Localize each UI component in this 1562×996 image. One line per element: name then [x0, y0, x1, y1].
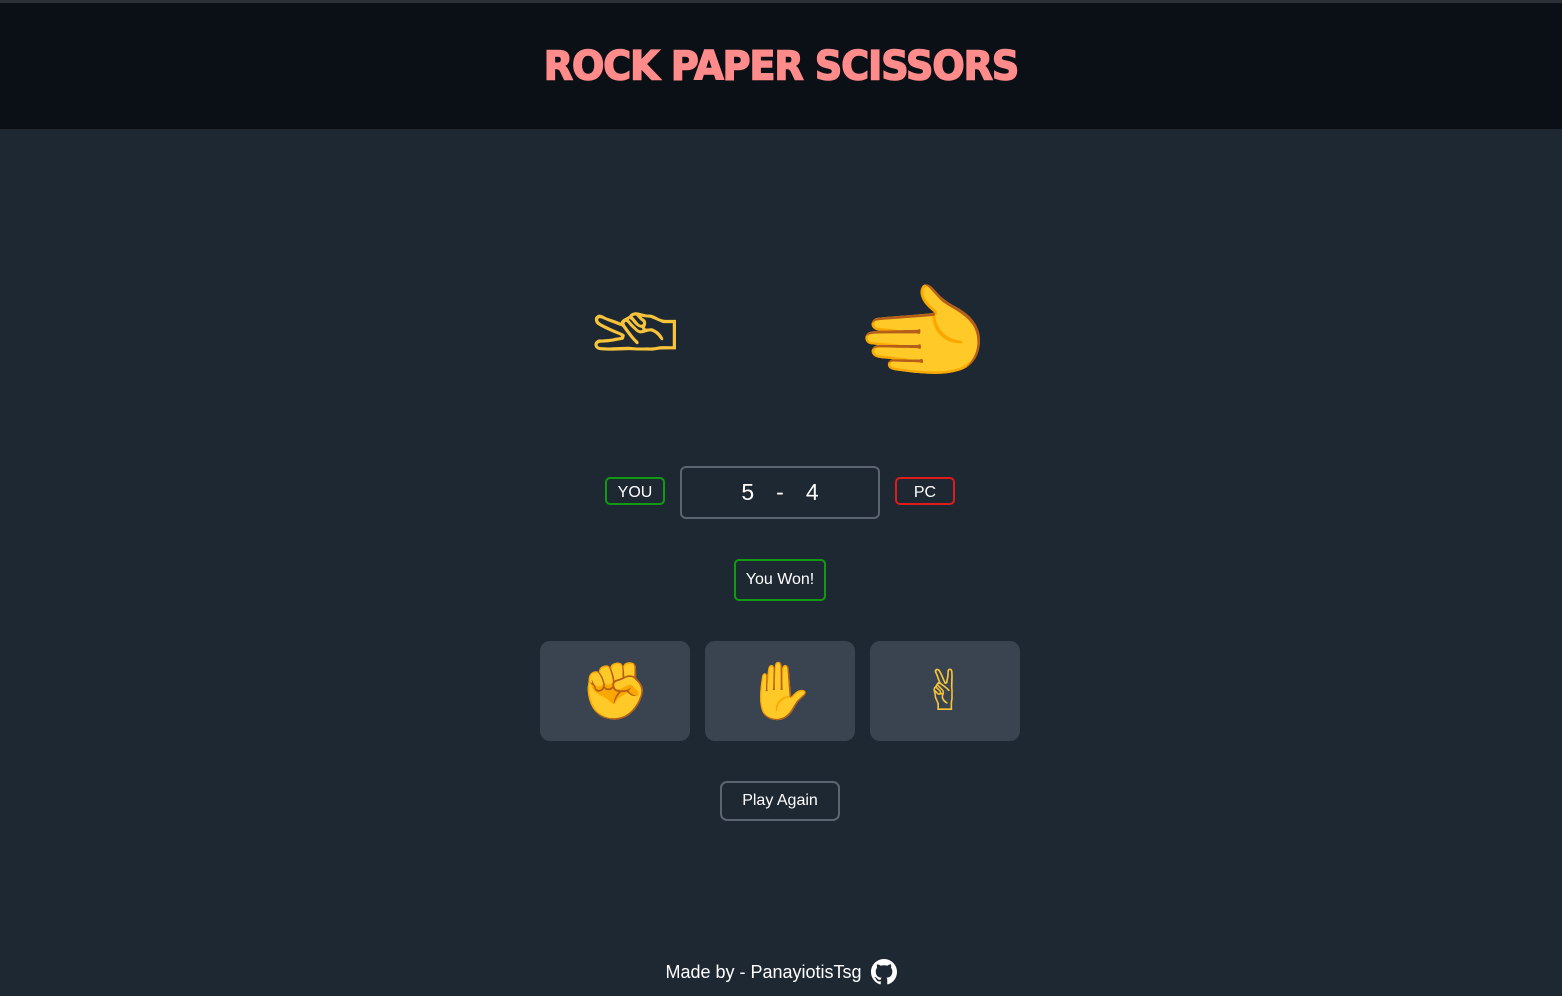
paper-button[interactable]: ✋ — [705, 641, 855, 741]
pc-hand-icon: ✋ — [858, 266, 986, 404]
rock-button[interactable]: ✊ — [540, 641, 690, 741]
score-display: 5 - 4 — [680, 466, 880, 519]
choice-buttons: ✊ ✋ ✌ — [540, 641, 1020, 741]
player-score: 5 — [741, 479, 755, 505]
footer: Made by - PanayiotisTsg — [0, 956, 1562, 988]
victory-hand-icon: ✌ — [921, 658, 969, 724]
footer-credit: Made by - PanayiotisTsg — [665, 961, 862, 982]
result-message: You Won! — [734, 559, 826, 601]
score-separator: - — [776, 479, 784, 505]
scissors-button[interactable]: ✌ — [870, 641, 1020, 741]
app-header: ROCK PAPER SCISSORS — [0, 3, 1562, 129]
play-again-button[interactable]: Play Again — [720, 781, 840, 821]
hands-display: ✌ ✋ — [0, 267, 1562, 404]
pc-label: PC — [895, 477, 955, 505]
pc-score: 4 — [805, 479, 819, 505]
raised-hand-icon: ✋ — [745, 659, 815, 724]
player-label: YOU — [605, 477, 665, 505]
raised-fist-icon: ✊ — [580, 659, 650, 724]
github-icon[interactable] — [870, 959, 897, 985]
scoreboard: YOU 5 - 4 PC — [0, 466, 1562, 519]
player-hand-icon: ✌ — [574, 288, 702, 382]
page-title: ROCK PAPER SCISSORS — [543, 42, 1020, 90]
